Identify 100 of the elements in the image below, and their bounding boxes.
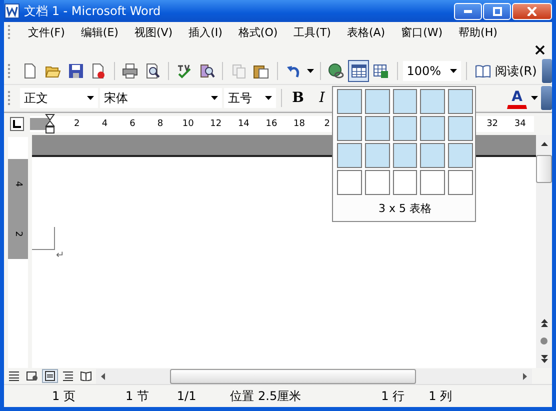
- menu-item[interactable]: 文件(F): [26, 23, 67, 41]
- insert-table-button[interactable]: [348, 60, 370, 82]
- table-grid-cell[interactable]: [448, 116, 473, 141]
- maximize-button[interactable]: [483, 3, 511, 20]
- spelling-check-icon: [176, 63, 192, 79]
- lines-icon: [8, 371, 20, 381]
- tab-selector-button[interactable]: [10, 117, 24, 131]
- status-item: 位置 2.5厘米: [230, 388, 302, 404]
- table-grid-cell[interactable]: [337, 89, 362, 114]
- close-button[interactable]: [512, 3, 552, 20]
- minimize-icon: [464, 10, 472, 13]
- table-grid-cell[interactable]: [448, 143, 473, 168]
- ruler-number: 6: [128, 119, 136, 129]
- ruler-number: 34: [513, 119, 527, 129]
- menu-item[interactable]: 插入(I): [186, 23, 224, 41]
- caret-icon: [87, 96, 94, 100]
- menu-item[interactable]: 工具(T): [292, 23, 333, 41]
- open-book-icon: [80, 371, 92, 381]
- caret-icon: [530, 96, 538, 100]
- normal-view-button[interactable]: [6, 369, 22, 383]
- print-layout-button[interactable]: [42, 369, 58, 383]
- web-page-icon: [26, 371, 38, 381]
- toolbar-grip: [8, 91, 12, 105]
- table-grid-cell[interactable]: [337, 116, 362, 141]
- indent-marker-icon[interactable]: [45, 114, 55, 134]
- style-dropdown[interactable]: 正文: [20, 88, 98, 108]
- menu-item[interactable]: 编辑(E): [78, 23, 120, 41]
- undo-icon: [286, 64, 300, 78]
- caret-icon: [211, 96, 218, 100]
- ruler-number: 14: [236, 119, 250, 129]
- caret-icon: [306, 69, 314, 73]
- double-down-arrow-icon: [540, 355, 548, 363]
- right-arrow-icon: [523, 372, 527, 380]
- minimize-button[interactable]: [454, 3, 482, 20]
- menu-item[interactable]: 视图(V): [132, 23, 175, 41]
- status-item: 1 行: [381, 388, 405, 404]
- ruler-number: 2: [13, 231, 23, 237]
- outline-view-button[interactable]: [60, 369, 76, 383]
- font-dropdown[interactable]: 宋体: [100, 88, 222, 108]
- reading-layout-button[interactable]: [78, 369, 94, 383]
- ruler-number: 4: [13, 181, 23, 187]
- reading-mode-button[interactable]: 阅读(R): [472, 60, 540, 82]
- table-grid-cell[interactable]: [337, 143, 362, 168]
- margin-corner-mark: [32, 227, 55, 250]
- table-grid-cell[interactable]: [448, 89, 473, 114]
- table-grid-cell[interactable]: [337, 170, 362, 195]
- bold-button[interactable]: B: [287, 87, 309, 109]
- outline-icon: [62, 371, 74, 381]
- menu-item[interactable]: 表格(A): [344, 23, 388, 41]
- left-arrow-icon: [101, 372, 105, 380]
- italic-button[interactable]: I: [311, 87, 333, 109]
- vertical-scrollbar[interactable]: [536, 135, 552, 368]
- menu-item[interactable]: 格式(O): [236, 23, 280, 41]
- ruler-number: 8: [156, 119, 164, 129]
- ruler-number: 32: [486, 119, 500, 129]
- table-grid-cell[interactable]: [364, 89, 390, 114]
- ruler-number: 18: [292, 119, 306, 129]
- open-book-icon: [475, 64, 492, 78]
- table-grid-cell[interactable]: [420, 143, 446, 168]
- magnifier-page-icon: [144, 63, 161, 79]
- table-grid-cell[interactable]: [420, 116, 446, 141]
- book-magnifier-icon: [199, 63, 216, 79]
- page-icon: [44, 371, 56, 381]
- font-size-dropdown[interactable]: 五号: [224, 88, 276, 108]
- toolbar-options-icon[interactable]: [542, 59, 552, 83]
- table-grid-cell[interactable]: [392, 170, 418, 195]
- ruler-number: 2: [73, 119, 81, 129]
- ruler-number: 12: [209, 119, 223, 129]
- table-size-label: 3 x 5 表格: [378, 201, 432, 217]
- table-grid-cell[interactable]: [448, 170, 473, 195]
- table-grid-cell[interactable]: [364, 170, 390, 195]
- left-tab-icon: [13, 120, 21, 128]
- toolbar-grip: [8, 64, 12, 78]
- circle-icon: [540, 337, 548, 345]
- table-grid-cell[interactable]: [420, 170, 446, 195]
- zoom-dropdown[interactable]: 100%: [402, 61, 462, 81]
- table-grid-cell[interactable]: [392, 143, 418, 168]
- ruler-number: 4: [100, 119, 109, 129]
- copy-icon: [230, 63, 247, 79]
- table-grid-cell[interactable]: [364, 116, 390, 141]
- paragraph-mark: ↵: [56, 250, 66, 261]
- horizontal-scrollbar[interactable]: [96, 368, 532, 384]
- clipboard-icon: [253, 63, 270, 79]
- table-grid-cell[interactable]: [420, 89, 446, 114]
- table-grid-cell[interactable]: [392, 89, 418, 114]
- close-document-button[interactable]: [534, 44, 546, 56]
- table-grid-cell[interactable]: [392, 116, 418, 141]
- page-with-badge-icon: [90, 63, 106, 79]
- table-grid-cell[interactable]: [364, 143, 390, 168]
- scroll-thumb[interactable]: [536, 155, 552, 183]
- status-item: 1 页: [52, 388, 76, 404]
- status-item: 1/1: [176, 389, 196, 403]
- window-title: 文档 1 - Microsoft Word: [24, 2, 162, 20]
- ruler-number: 2: [323, 119, 331, 129]
- web-layout-button[interactable]: [24, 369, 40, 383]
- scroll-thumb[interactable]: [170, 368, 416, 384]
- menu-item[interactable]: 窗口(W): [399, 23, 445, 41]
- close-icon: [527, 7, 537, 16]
- spreadsheet-icon: [373, 63, 390, 79]
- menu-item[interactable]: 帮助(H): [456, 23, 500, 41]
